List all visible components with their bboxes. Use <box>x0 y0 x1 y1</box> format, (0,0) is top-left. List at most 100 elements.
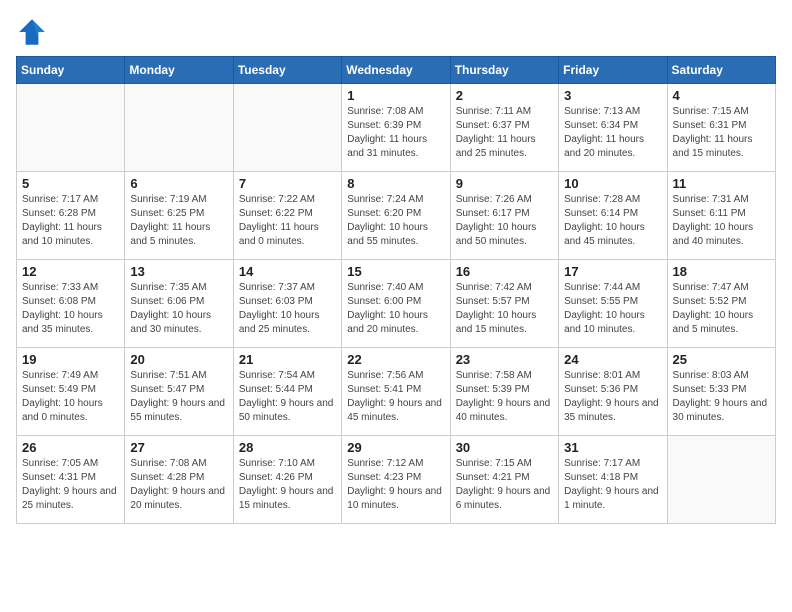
day-info: Sunrise: 7:22 AM Sunset: 6:22 PM Dayligh… <box>239 193 336 249</box>
day-info: Sunrise: 7:47 AM Sunset: 5:52 PM Dayligh… <box>673 281 770 337</box>
calendar-cell: 19 Sunrise: 7:49 AM Sunset: 5:49 PM Dayli… <box>17 348 125 436</box>
calendar-cell: 20 Sunrise: 7:51 AM Sunset: 5:47 PM Dayli… <box>125 348 233 436</box>
calendar-cell: 31Sunrise: 7:17 AM Sunset: 4:18 PM Dayli… <box>559 436 667 524</box>
calendar-cell: 26 Sunrise: 7:05 AM Sunset: 4:31 PM Dayli… <box>17 436 125 524</box>
day-info: Sunrise: 7:31 AM Sunset: 6:11 PM Dayligh… <box>673 193 770 249</box>
calendar-cell <box>667 436 775 524</box>
day-info: Sunrise: 7:08 AM Sunset: 6:39 PM Dayligh… <box>347 105 444 161</box>
day-info: Sunrise: 7:08 AM Sunset: 4:28 PM Dayligh… <box>130 457 227 513</box>
day-info: Sunrise: 7:35 AM Sunset: 6:06 PM Dayligh… <box>130 281 227 337</box>
calendar-cell: 14 Sunrise: 7:37 AM Sunset: 6:03 PM Dayli… <box>233 260 341 348</box>
calendar-cell: 8 Sunrise: 7:24 AM Sunset: 6:20 PM Daylig… <box>342 172 450 260</box>
weekday-header-saturday: Saturday <box>667 57 775 84</box>
day-info: Sunrise: 7:37 AM Sunset: 6:03 PM Dayligh… <box>239 281 336 337</box>
day-info: Sunrise: 7:24 AM Sunset: 6:20 PM Dayligh… <box>347 193 444 249</box>
day-info: Sunrise: 7:19 AM Sunset: 6:25 PM Dayligh… <box>130 193 227 249</box>
weekday-header-friday: Friday <box>559 57 667 84</box>
calendar-cell: 9 Sunrise: 7:26 AM Sunset: 6:17 PM Daylig… <box>450 172 558 260</box>
day-info: Sunrise: 7:56 AM Sunset: 5:41 PM Dayligh… <box>347 369 444 425</box>
calendar-week-row: 26 Sunrise: 7:05 AM Sunset: 4:31 PM Dayli… <box>17 436 776 524</box>
day-number: 19 <box>22 352 119 367</box>
day-info: Sunrise: 7:15 AM Sunset: 6:31 PM Dayligh… <box>673 105 770 161</box>
calendar-cell: 2 Sunrise: 7:11 AM Sunset: 6:37 PM Daylig… <box>450 84 558 172</box>
calendar-cell: 13 Sunrise: 7:35 AM Sunset: 6:06 PM Dayli… <box>125 260 233 348</box>
day-number: 26 <box>22 440 119 455</box>
day-info: Sunrise: 7:26 AM Sunset: 6:17 PM Dayligh… <box>456 193 553 249</box>
day-number: 1 <box>347 88 444 103</box>
calendar-week-row: 12 Sunrise: 7:33 AM Sunset: 6:08 PM Dayli… <box>17 260 776 348</box>
calendar-cell: 5 Sunrise: 7:17 AM Sunset: 6:28 PM Daylig… <box>17 172 125 260</box>
calendar-cell: 16 Sunrise: 7:42 AM Sunset: 5:57 PM Dayli… <box>450 260 558 348</box>
day-number: 13 <box>130 264 227 279</box>
day-number: 8 <box>347 176 444 191</box>
weekday-header-sunday: Sunday <box>17 57 125 84</box>
day-info: Sunrise: 7:44 AM Sunset: 5:55 PM Dayligh… <box>564 281 661 337</box>
day-info: Sunrise: 8:01 AM Sunset: 5:36 PM Dayligh… <box>564 369 661 425</box>
calendar-cell: 10 Sunrise: 7:28 AM Sunset: 6:14 PM Dayli… <box>559 172 667 260</box>
day-number: 28 <box>239 440 336 455</box>
day-info: Sunrise: 7:11 AM Sunset: 6:37 PM Dayligh… <box>456 105 553 161</box>
calendar-cell: 6Sunrise: 7:19 AM Sunset: 6:25 PM Daylig… <box>125 172 233 260</box>
calendar-cell: 21 Sunrise: 7:54 AM Sunset: 5:44 PM Dayli… <box>233 348 341 436</box>
day-info: Sunrise: 7:40 AM Sunset: 6:00 PM Dayligh… <box>347 281 444 337</box>
calendar-cell: 23 Sunrise: 7:58 AM Sunset: 5:39 PM Dayli… <box>450 348 558 436</box>
calendar-week-row: 19 Sunrise: 7:49 AM Sunset: 5:49 PM Dayli… <box>17 348 776 436</box>
day-number: 10 <box>564 176 661 191</box>
day-number: 29 <box>347 440 444 455</box>
calendar-cell: 29Sunrise: 7:12 AM Sunset: 4:23 PM Dayli… <box>342 436 450 524</box>
day-info: Sunrise: 7:33 AM Sunset: 6:08 PM Dayligh… <box>22 281 119 337</box>
calendar-cell: 12 Sunrise: 7:33 AM Sunset: 6:08 PM Dayli… <box>17 260 125 348</box>
day-number: 31 <box>564 440 661 455</box>
calendar-cell: 15 Sunrise: 7:40 AM Sunset: 6:00 PM Dayli… <box>342 260 450 348</box>
day-number: 15 <box>347 264 444 279</box>
day-number: 7 <box>239 176 336 191</box>
day-number: 18 <box>673 264 770 279</box>
day-number: 11 <box>673 176 770 191</box>
day-number: 12 <box>22 264 119 279</box>
calendar-cell: 7 Sunrise: 7:22 AM Sunset: 6:22 PM Daylig… <box>233 172 341 260</box>
day-number: 30 <box>456 440 553 455</box>
day-info: Sunrise: 7:13 AM Sunset: 6:34 PM Dayligh… <box>564 105 661 161</box>
day-number: 17 <box>564 264 661 279</box>
day-info: Sunrise: 7:42 AM Sunset: 5:57 PM Dayligh… <box>456 281 553 337</box>
day-info: Sunrise: 7:51 AM Sunset: 5:47 PM Dayligh… <box>130 369 227 425</box>
calendar-table: SundayMondayTuesdayWednesdayThursdayFrid… <box>16 56 776 524</box>
day-number: 20 <box>130 352 227 367</box>
day-number: 5 <box>22 176 119 191</box>
day-info: Sunrise: 7:54 AM Sunset: 5:44 PM Dayligh… <box>239 369 336 425</box>
day-number: 23 <box>456 352 553 367</box>
day-number: 16 <box>456 264 553 279</box>
day-info: Sunrise: 7:58 AM Sunset: 5:39 PM Dayligh… <box>456 369 553 425</box>
day-number: 14 <box>239 264 336 279</box>
calendar-cell: 4 Sunrise: 7:15 AM Sunset: 6:31 PM Daylig… <box>667 84 775 172</box>
calendar-week-row: 1 Sunrise: 7:08 AM Sunset: 6:39 PM Daylig… <box>17 84 776 172</box>
day-number: 9 <box>456 176 553 191</box>
day-info: Sunrise: 7:05 AM Sunset: 4:31 PM Dayligh… <box>22 457 119 513</box>
weekday-header-row: SundayMondayTuesdayWednesdayThursdayFrid… <box>17 57 776 84</box>
day-info: Sunrise: 7:28 AM Sunset: 6:14 PM Dayligh… <box>564 193 661 249</box>
calendar-cell: 3Sunrise: 7:13 AM Sunset: 6:34 PM Daylig… <box>559 84 667 172</box>
weekday-header-monday: Monday <box>125 57 233 84</box>
calendar-cell <box>125 84 233 172</box>
calendar-cell: 18 Sunrise: 7:47 AM Sunset: 5:52 PM Dayli… <box>667 260 775 348</box>
calendar-cell: 24 Sunrise: 8:01 AM Sunset: 5:36 PM Dayli… <box>559 348 667 436</box>
day-info: Sunrise: 7:49 AM Sunset: 5:49 PM Dayligh… <box>22 369 119 425</box>
weekday-header-tuesday: Tuesday <box>233 57 341 84</box>
day-number: 24 <box>564 352 661 367</box>
day-number: 4 <box>673 88 770 103</box>
day-number: 27 <box>130 440 227 455</box>
day-number: 2 <box>456 88 553 103</box>
day-number: 25 <box>673 352 770 367</box>
day-info: Sunrise: 7:17 AM Sunset: 6:28 PM Dayligh… <box>22 193 119 249</box>
calendar-cell <box>17 84 125 172</box>
calendar-cell: 17 Sunrise: 7:44 AM Sunset: 5:55 PM Dayli… <box>559 260 667 348</box>
calendar-cell: 11 Sunrise: 7:31 AM Sunset: 6:11 PM Dayli… <box>667 172 775 260</box>
day-info: Sunrise: 7:15 AM Sunset: 4:21 PM Dayligh… <box>456 457 553 513</box>
calendar-cell: 30 Sunrise: 7:15 AM Sunset: 4:21 PM Dayli… <box>450 436 558 524</box>
weekday-header-thursday: Thursday <box>450 57 558 84</box>
calendar-cell: 25 Sunrise: 8:03 AM Sunset: 5:33 PM Dayli… <box>667 348 775 436</box>
day-info: Sunrise: 8:03 AM Sunset: 5:33 PM Dayligh… <box>673 369 770 425</box>
calendar-cell: 22Sunrise: 7:56 AM Sunset: 5:41 PM Dayli… <box>342 348 450 436</box>
day-number: 21 <box>239 352 336 367</box>
calendar-cell <box>233 84 341 172</box>
